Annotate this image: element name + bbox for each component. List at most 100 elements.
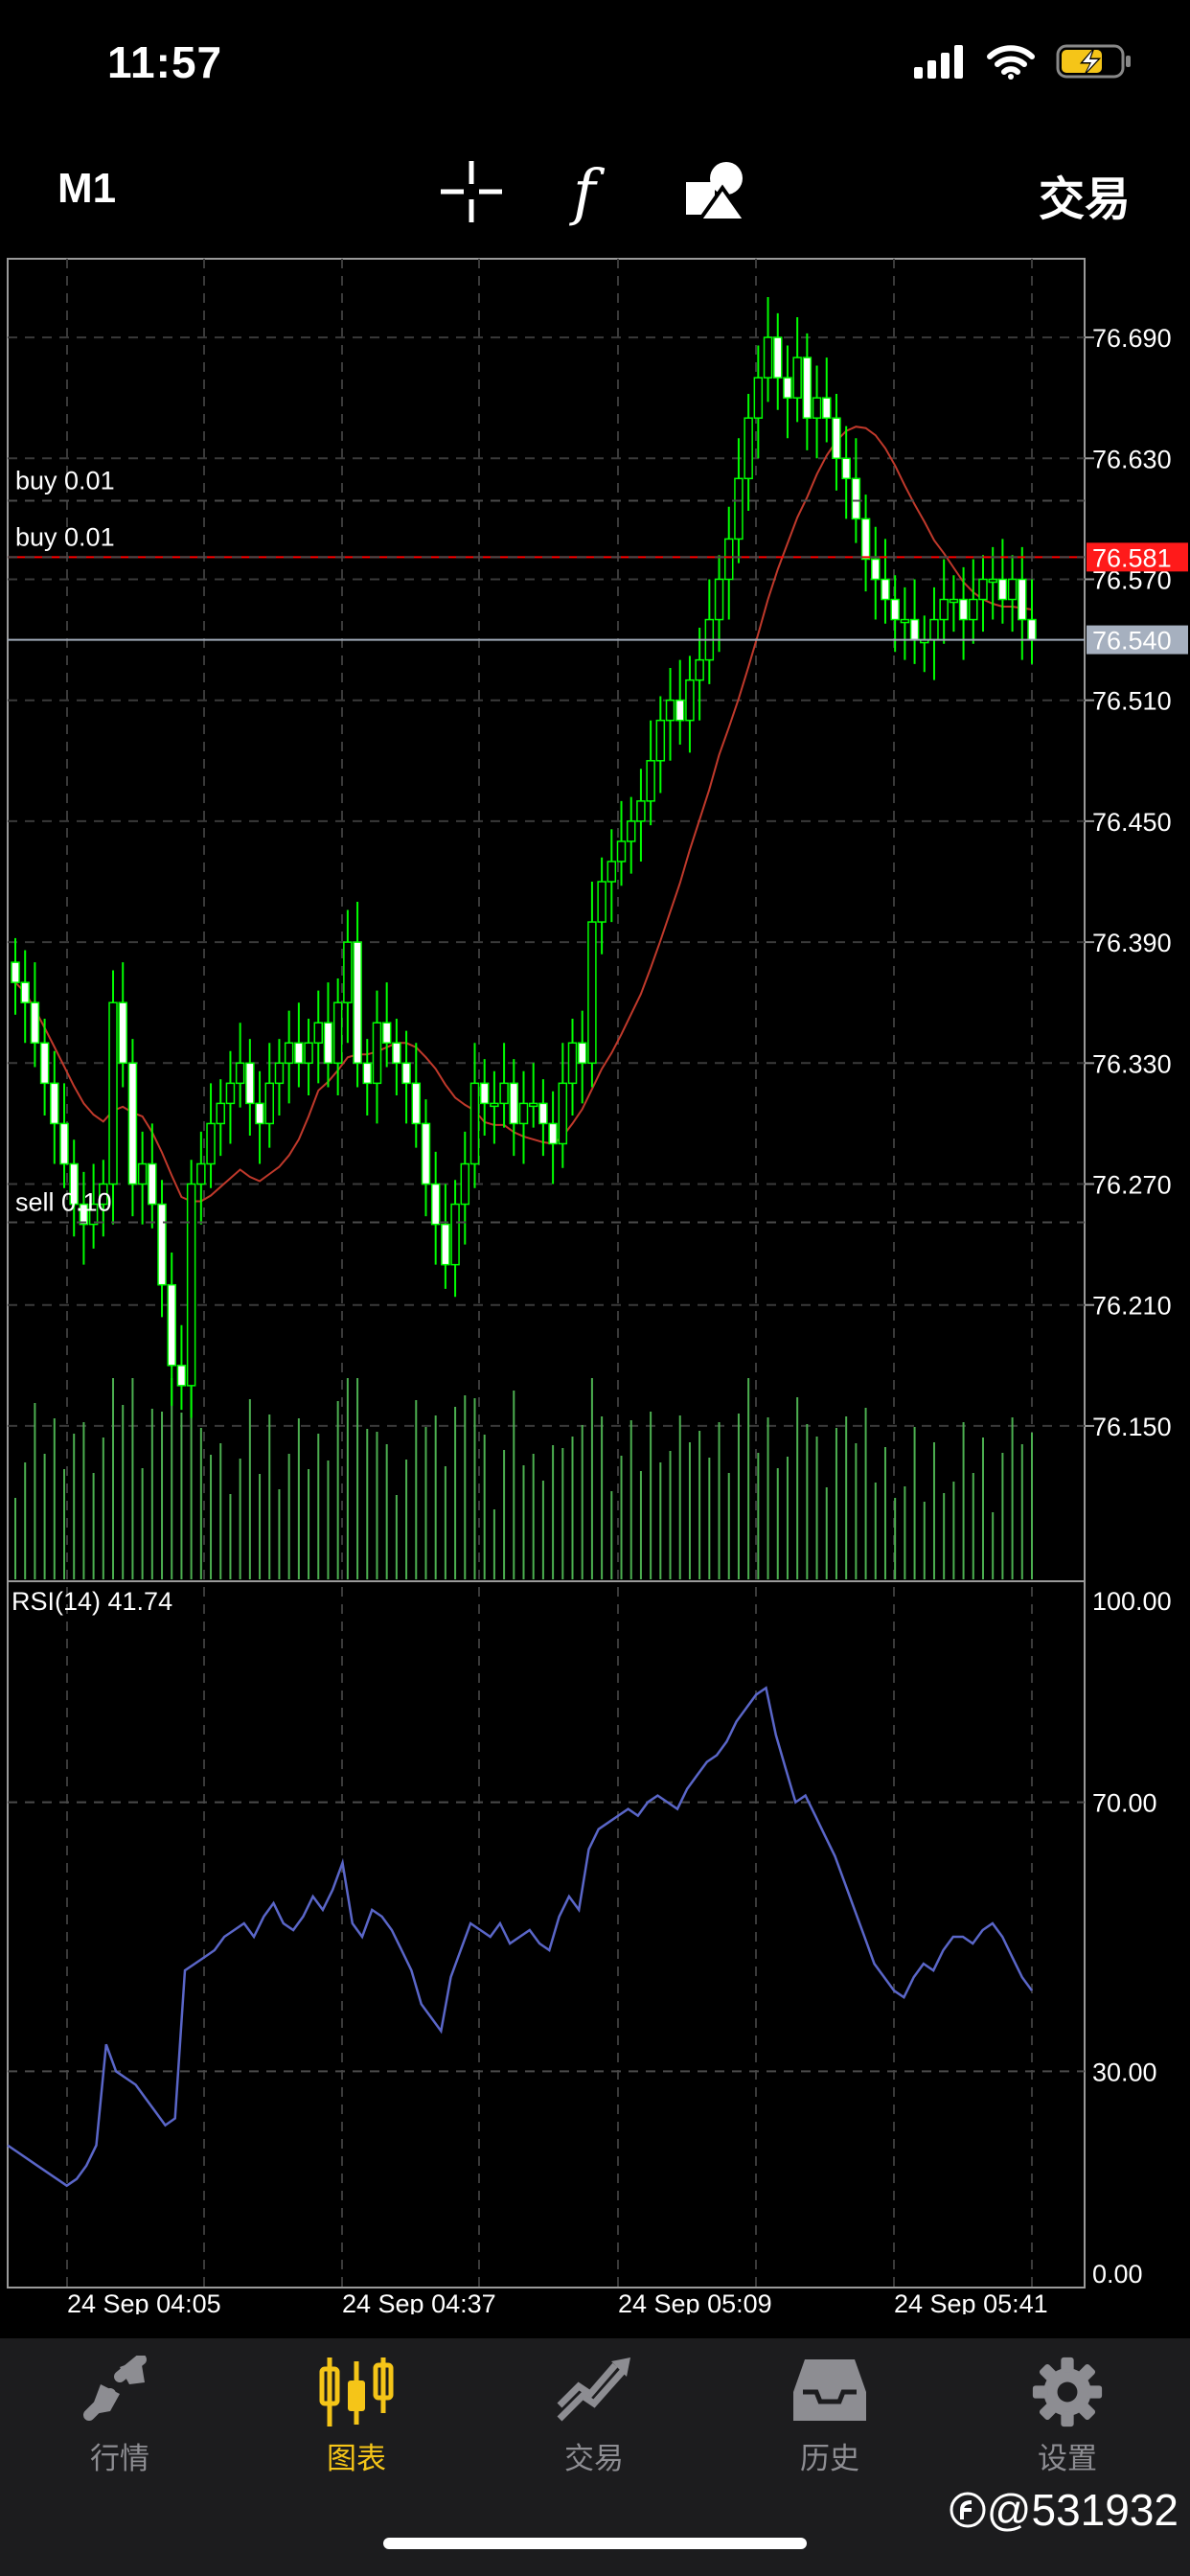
price-chart[interactable]: 76.69076.63076.57076.51076.45076.39076.3… [0, 254, 1190, 2314]
candle-body [558, 1082, 568, 1145]
rsi-line [7, 1686, 1034, 2188]
order-line-label: buy 0.01 [15, 522, 115, 551]
price-axis-label: 76.450 [1092, 808, 1172, 837]
tab-chart[interactable] [280, 2356, 433, 2433]
wifi-icon [987, 45, 1035, 80]
candle-body [11, 961, 20, 983]
rsi-axis-label: 30.00 [1092, 2058, 1157, 2086]
time-axis-label: 24 Sep 05:09 [618, 2289, 772, 2314]
tab-trade-label: 交易 [564, 2442, 624, 2475]
candle-body [851, 477, 861, 520]
candle-body [381, 1022, 392, 1045]
candle-body [372, 1022, 382, 1085]
candle-body [167, 1283, 176, 1367]
candle-body [20, 981, 30, 1003]
history-icon [793, 2359, 866, 2421]
chart-labels: 76.69076.63076.57076.51076.45076.39076.3… [8, 324, 1188, 2314]
time-axis-label: 24 Sep 04:37 [342, 2289, 496, 2314]
price-axis-label: 76.630 [1092, 445, 1172, 473]
candle-body [685, 678, 695, 722]
price-axis-label: 76.150 [1092, 1413, 1172, 1441]
price-axis-label: 76.390 [1092, 929, 1172, 957]
chart-icon [319, 2358, 394, 2426]
candle-body [401, 1062, 411, 1085]
candle-body [274, 1062, 285, 1085]
rsi-path [7, 1686, 1034, 2188]
tab-trade[interactable] [517, 2356, 671, 2427]
home-indicator [383, 2538, 807, 2549]
candle-body [157, 1203, 167, 1286]
trade-icon [557, 2358, 630, 2422]
tab-chart-label: 图表 [327, 2442, 386, 2475]
candle-body [460, 1162, 470, 1206]
watermark: @531932 [949, 2484, 1179, 2536]
candle-body [304, 1042, 313, 1065]
candle-body [176, 1365, 187, 1387]
settings-icon [1032, 2357, 1103, 2427]
candle-body [655, 719, 666, 762]
candle-body [802, 356, 812, 419]
quotes-icon [83, 2354, 147, 2421]
candle-body [392, 1042, 401, 1065]
candle-body [744, 417, 753, 480]
candle-body [695, 658, 704, 681]
timeframe-button[interactable]: M1 [57, 165, 116, 213]
candle-body [353, 941, 362, 1065]
candle-body [958, 598, 969, 621]
tab-history-label: 历史 [800, 2442, 859, 2475]
candle-body [587, 921, 597, 1065]
candle-body [548, 1122, 558, 1145]
candle-body [186, 1183, 196, 1387]
crosshair-icon[interactable] [433, 153, 510, 230]
tab-history[interactable] [753, 2356, 906, 2429]
tab-quotes[interactable] [43, 2354, 196, 2427]
candle-body [518, 1102, 529, 1125]
tab-settings[interactable] [991, 2356, 1144, 2433]
candle-body [723, 538, 734, 581]
candle-body [978, 578, 988, 601]
price-axis-label: 76.330 [1092, 1049, 1172, 1078]
candle-body [988, 578, 997, 584]
candle-body [939, 598, 949, 621]
candle-body [411, 1082, 422, 1125]
candle-body [616, 840, 627, 862]
candle-body [871, 558, 881, 581]
candle-body [763, 336, 773, 379]
candle-body [773, 336, 783, 379]
candle-body [909, 618, 920, 641]
rsi-axis-label: 70.00 [1092, 1789, 1157, 1818]
candle-body [597, 881, 606, 923]
trade-button[interactable]: 交易 [1039, 161, 1131, 228]
candle-body [929, 618, 939, 641]
candle-body [225, 1082, 236, 1105]
candle-body [313, 1022, 324, 1045]
candle-body [490, 1102, 499, 1108]
candle-body [636, 800, 646, 822]
candle-body [783, 377, 792, 399]
candle-body [1027, 618, 1037, 641]
candle-body [50, 1082, 59, 1125]
objects-icon[interactable] [678, 153, 755, 230]
candle-body [832, 417, 841, 460]
candle-body [206, 1122, 216, 1165]
candle-body [284, 1042, 294, 1065]
candle-body [969, 598, 978, 621]
signal-icon [914, 45, 963, 79]
candle-body [362, 1062, 373, 1085]
candle-body [675, 699, 685, 722]
order-line-label: buy 0.01 [15, 466, 115, 494]
candle-body [59, 1122, 69, 1165]
watermark-logo-icon [950, 2492, 986, 2528]
candle-body [499, 1082, 509, 1105]
candle-body [430, 1183, 441, 1226]
candle-body [294, 1042, 304, 1065]
candle-body [822, 397, 832, 419]
function-icon[interactable]: f [554, 153, 630, 230]
candle-body [39, 1042, 50, 1085]
candle-body [196, 1162, 206, 1185]
watermark-text: @531932 [986, 2485, 1179, 2535]
chart-grid [7, 258, 1094, 2288]
rsi-axis-label: 0.00 [1092, 2260, 1143, 2288]
candle-body [646, 760, 655, 802]
candle-body [860, 518, 871, 561]
